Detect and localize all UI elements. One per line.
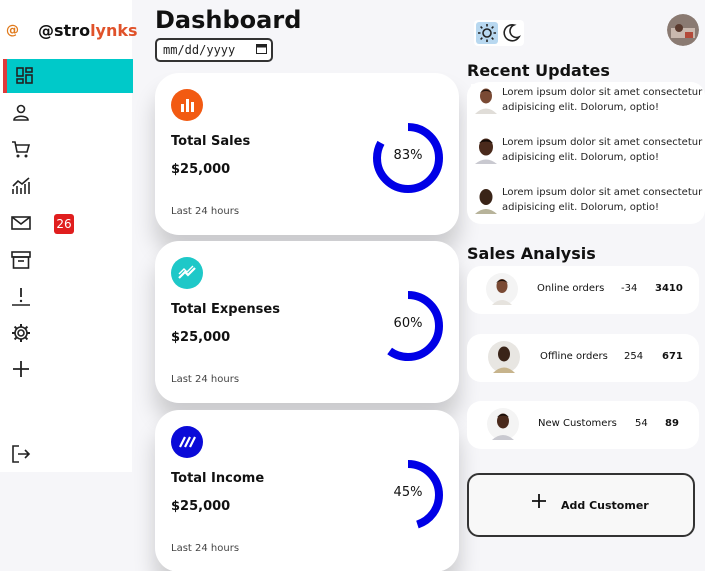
bar-chart-icon <box>181 99 194 112</box>
analytics-icon <box>12 177 30 194</box>
sales-row-offline[interactable]: Offline orders 254 671 <box>467 334 699 382</box>
avatar <box>471 184 501 214</box>
sales-analysis-title: Sales Analysis <box>467 244 596 263</box>
card-value: $25,000 <box>171 330 231 345</box>
logout-icon <box>12 445 31 463</box>
avatar <box>487 408 519 440</box>
add-customer-button[interactable]: Add Customer <box>467 473 695 537</box>
stripes-icon <box>179 436 196 448</box>
card-value: $25,000 <box>171 499 231 514</box>
card-icon-sales <box>171 89 203 121</box>
add-icon <box>13 361 29 377</box>
add-customer-label: Add Customer <box>561 499 649 512</box>
sidebar-item-analytics[interactable] <box>3 169 133 203</box>
card-total-expenses: Total Expenses $25,000 Last 24 hours 60% <box>155 241 459 403</box>
card-title: Total Sales <box>171 134 251 149</box>
sales-row-change: 54 <box>635 418 648 429</box>
card-title: Total Income <box>171 471 265 486</box>
person-icon <box>13 104 29 121</box>
sales-row-total: 671 <box>662 351 683 362</box>
avatar <box>471 84 501 114</box>
sales-row-label: Offline orders <box>540 351 608 362</box>
progress-percent: 60% <box>393 316 423 331</box>
update-item[interactable]: Lorem ipsum dolor sit amet consectetur a… <box>467 184 705 224</box>
sidebar-item-customers[interactable] <box>3 96 133 130</box>
mail-icon <box>11 216 31 230</box>
report-icon <box>12 288 30 306</box>
messages-count-badge: 26 <box>54 214 74 234</box>
logo[interactable]: @ @strolynks <box>0 12 138 48</box>
logo-text-prefix: @stro <box>38 21 91 40</box>
sidebar: @ @strolynks 26 <box>0 0 138 472</box>
sales-row-label: New Customers <box>538 418 617 429</box>
recent-updates-panel: Lorem ipsum dolor sit amet consectetur a… <box>467 82 705 224</box>
card-title: Total Expenses <box>171 302 280 317</box>
sidebar-item-orders[interactable] <box>3 132 133 166</box>
moon-icon[interactable] <box>500 22 522 44</box>
card-value: $25,000 <box>171 162 231 177</box>
plus-icon <box>532 494 546 508</box>
profile-avatar[interactable] <box>667 14 699 46</box>
recent-updates-title: Recent Updates <box>467 61 610 80</box>
avatar <box>488 341 520 373</box>
update-text: Lorem ipsum dolor sit amet consectetur a… <box>502 187 703 213</box>
card-icon-expenses <box>171 257 203 289</box>
sidebar-item-add[interactable] <box>3 352 133 386</box>
logo-text: @strolynks <box>38 21 138 40</box>
card-total-sales: Total Sales $25,000 Last 24 hours 83% <box>155 73 459 235</box>
card-footer: Last 24 hours <box>171 206 240 217</box>
sales-row-online[interactable]: Online orders -34 3410 <box>467 266 699 314</box>
card-icon-income <box>171 426 203 458</box>
update-text: Lorem ipsum dolor sit amet consectetur a… <box>502 137 703 163</box>
logo-text-suffix: lynks <box>90 21 138 40</box>
sun-icon[interactable] <box>476 22 498 44</box>
sidebar-item-dashboard[interactable] <box>3 59 133 93</box>
avatar <box>486 273 518 305</box>
update-item[interactable]: Lorem ipsum dolor sit amet consectetur a… <box>467 134 705 174</box>
progress-percent: 83% <box>393 148 423 163</box>
card-footer: Last 24 hours <box>171 374 240 385</box>
sidebar-item-logout[interactable] <box>3 437 133 471</box>
archive-icon <box>11 251 31 269</box>
sales-row-new-customers[interactable]: New Customers 54 89 <box>467 401 699 449</box>
calendar-icon[interactable] <box>256 43 267 54</box>
update-item[interactable]: Lorem ipsum dolor sit amet consectetur a… <box>467 84 705 124</box>
update-text: Lorem ipsum dolor sit amet consectetur a… <box>502 87 703 113</box>
sales-row-total: 89 <box>665 418 679 429</box>
settings-icon <box>12 324 30 342</box>
dashboard-icon <box>16 67 33 84</box>
sidebar-item-settings[interactable] <box>3 316 133 350</box>
trending-icon <box>178 265 196 279</box>
logo-mark: @ <box>6 23 19 38</box>
theme-toggle[interactable] <box>474 20 524 46</box>
sidebar-item-messages[interactable]: 26 <box>3 206 133 240</box>
avatar <box>471 134 501 164</box>
card-footer: Last 24 hours <box>171 543 240 554</box>
page-title: Dashboard <box>155 6 302 34</box>
sidebar-item-products[interactable] <box>3 243 133 277</box>
sales-row-change: 254 <box>624 351 644 362</box>
cart-icon <box>12 141 31 158</box>
sales-row-total: 3410 <box>655 283 683 294</box>
card-total-income: Total Income $25,000 Last 24 hours 45% <box>155 410 459 571</box>
sidebar-item-reports[interactable] <box>3 279 133 313</box>
progress-percent: 45% <box>393 485 423 500</box>
sales-row-change: -34 <box>621 283 638 294</box>
sales-row-label: Online orders <box>537 283 605 294</box>
